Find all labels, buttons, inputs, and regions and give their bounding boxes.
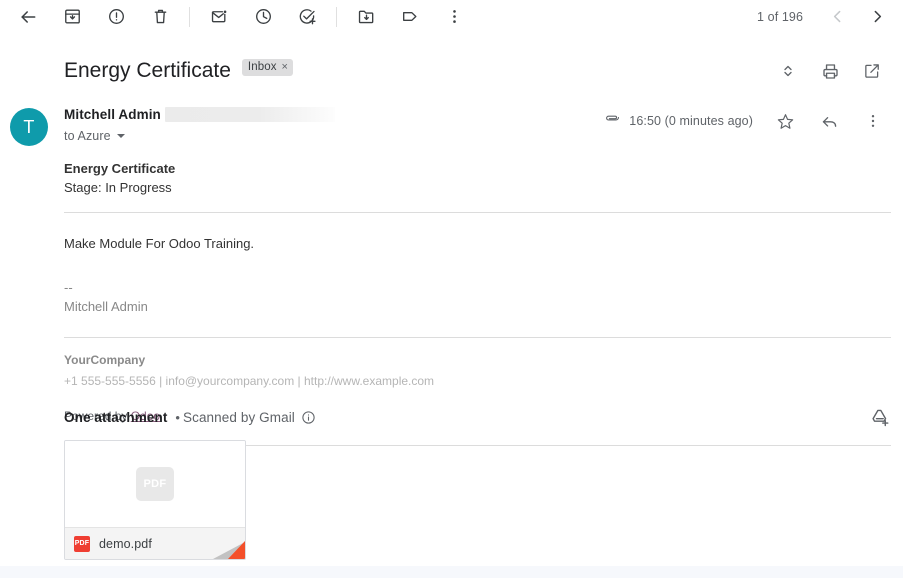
more-vertical-icon <box>871 115 875 127</box>
archive-button[interactable] <box>56 1 88 33</box>
pdf-badge-icon: PDF <box>74 535 90 552</box>
paperclip-icon <box>606 115 620 121</box>
reply-arrow-icon <box>822 116 836 127</box>
signature-separator: -- <box>64 280 73 295</box>
toolbar-actions-group <box>0 1 476 33</box>
delete-button[interactable] <box>144 1 176 33</box>
body-stage: Stage: In Progress <box>64 180 172 195</box>
chevron-left-icon <box>833 10 840 23</box>
page-bottom-strip <box>0 566 903 578</box>
sender-email-redacted <box>164 106 335 122</box>
message-pagination: 1 of 196 <box>757 0 897 33</box>
attachments-header: One attachment • Scanned by Gmail <box>64 407 316 427</box>
labels-button[interactable] <box>394 1 426 33</box>
gmail-message-view: 1 of 196 Energy Certificate Inbox × T Mi… <box>0 0 903 578</box>
sender-block: Mitchell Admin to Azure <box>64 105 335 143</box>
message-counter: 1 of 196 <box>757 9 803 24</box>
snooze-button[interactable] <box>247 1 279 33</box>
info-icon[interactable] <box>301 410 316 425</box>
subject-actions <box>767 55 893 87</box>
print-button[interactable] <box>814 55 846 87</box>
body-divider-1 <box>64 212 891 213</box>
expand-collapse-icon <box>784 65 792 77</box>
previous-message-button[interactable] <box>821 1 853 33</box>
chevron-down-icon <box>116 134 125 138</box>
avatar: T <box>10 108 48 146</box>
archive-icon <box>64 9 80 24</box>
label-chip-label: Inbox <box>247 61 277 73</box>
mark-unread-button[interactable] <box>203 1 235 33</box>
expand-all-button[interactable] <box>772 55 804 87</box>
recipient-toggle[interactable]: to Azure <box>64 129 335 143</box>
reply-button[interactable] <box>813 105 845 137</box>
signature-name: Mitchell Admin <box>64 299 148 314</box>
pdf-placeholder-icon: PDF <box>136 467 174 501</box>
attachment-count-label: One attachment <box>64 409 168 425</box>
next-message-button[interactable] <box>861 1 893 33</box>
back-arrow-icon <box>21 10 36 23</box>
star-button[interactable] <box>769 105 801 137</box>
message-meta: 16:50 (0 minutes ago) <box>604 105 895 137</box>
attachment-footer: PDF demo.pdf <box>65 528 245 559</box>
sender-line: Mitchell Admin <box>64 105 335 123</box>
chevron-right-icon <box>874 10 881 23</box>
move-to-button[interactable] <box>350 1 382 33</box>
body-paragraph: Make Module For Odoo Training. <box>64 236 255 251</box>
back-button[interactable] <box>12 1 44 33</box>
subject-text: Energy Certificate <box>64 59 231 82</box>
attachment-preview: PDF <box>65 441 245 528</box>
info-circle-icon <box>302 410 315 424</box>
footer-contact: +1 555-555-5556 | info@yourcompany.com |… <box>64 374 435 388</box>
printer-icon <box>822 63 838 79</box>
attachment-filename[interactable]: demo.pdf <box>99 537 152 551</box>
scanned-by-gmail-label: Scanned by Gmail <box>182 409 295 425</box>
toolbar-divider-2 <box>336 6 337 27</box>
open-in-new-window-button[interactable] <box>856 55 888 87</box>
page-title: Energy Certificate Inbox × <box>64 57 293 85</box>
message-more-button[interactable] <box>857 105 889 137</box>
attachment-separator: • <box>175 409 180 425</box>
attachment-indicator-icon <box>604 110 621 132</box>
subject-row: Energy Certificate Inbox × <box>0 48 903 94</box>
attachment-card[interactable]: PDF PDF demo.pdf <box>64 440 246 560</box>
message-body: Energy Certificate Stage: In Progress Ma… <box>64 160 891 446</box>
body-heading: Energy Certificate <box>64 161 176 176</box>
message-header: T Mitchell Admin to Azure 16:50 (0 minut… <box>0 103 903 155</box>
recipient-label: to Azure <box>64 129 111 143</box>
label-chip-remove-icon[interactable]: × <box>282 59 288 76</box>
save-to-drive-icon <box>871 409 888 426</box>
toolbar-divider-1 <box>189 6 190 27</box>
clock-icon <box>255 9 271 24</box>
open-in-new-icon <box>865 64 879 78</box>
label-tag-icon <box>402 12 416 21</box>
label-chip-inbox[interactable]: Inbox × <box>241 59 293 76</box>
task-check-plus-icon <box>299 9 316 25</box>
add-to-tasks-button[interactable] <box>291 1 323 33</box>
trash-icon <box>154 9 166 24</box>
attachment-corner-fold-icon <box>213 541 245 559</box>
footer-company: YourCompany <box>64 353 146 367</box>
report-spam-icon <box>108 9 124 24</box>
more-vertical-icon <box>452 10 456 23</box>
more-options-button[interactable] <box>438 1 470 33</box>
save-all-to-drive-button[interactable] <box>863 401 895 433</box>
star-icon <box>777 113 793 129</box>
mark-unread-envelope-icon <box>211 9 227 23</box>
sender-name[interactable]: Mitchell Admin <box>64 107 161 122</box>
message-timestamp: 16:50 (0 minutes ago) <box>629 114 753 128</box>
report-spam-button[interactable] <box>100 1 132 33</box>
body-divider-2 <box>64 337 891 338</box>
folder-move-icon <box>358 10 373 24</box>
email-toolbar: 1 of 196 <box>0 0 903 33</box>
